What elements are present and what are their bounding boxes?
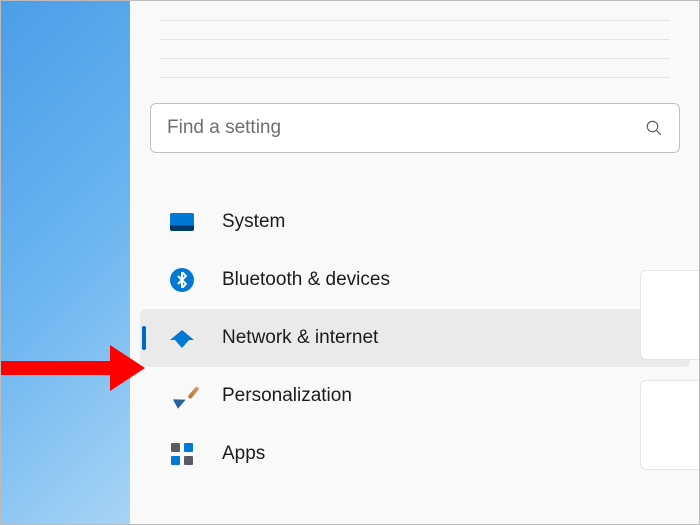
apps-icon bbox=[168, 440, 196, 468]
search-box[interactable] bbox=[150, 103, 680, 153]
nav-separators-top bbox=[130, 0, 700, 78]
content-tile[interactable] bbox=[640, 270, 700, 360]
sidebar-item-label: Bluetooth & devices bbox=[222, 269, 390, 291]
separator-line bbox=[160, 58, 670, 59]
search-input[interactable] bbox=[167, 117, 645, 139]
content-tile[interactable] bbox=[640, 380, 700, 470]
separator-line bbox=[160, 39, 670, 40]
arrow-shaft bbox=[0, 361, 115, 375]
brush-icon bbox=[168, 382, 196, 410]
sidebar-item-bluetooth-devices[interactable]: Bluetooth & devices bbox=[140, 251, 690, 309]
arrow-head-icon bbox=[110, 345, 145, 391]
wifi-icon bbox=[168, 324, 196, 352]
sidebar-item-network-internet[interactable]: Network & internet bbox=[140, 309, 690, 367]
annotation-arrow bbox=[0, 345, 145, 391]
separator-line bbox=[160, 20, 670, 21]
sidebar-item-label: System bbox=[222, 211, 285, 233]
bluetooth-icon bbox=[168, 266, 196, 294]
sidebar-item-label: Apps bbox=[222, 443, 265, 465]
settings-window: System Bluetooth & devices Network & int… bbox=[130, 0, 700, 525]
content-panel-edge bbox=[640, 270, 700, 490]
desktop-background bbox=[0, 0, 130, 525]
sidebar-item-system[interactable]: System bbox=[140, 193, 690, 251]
settings-nav-list: System Bluetooth & devices Network & int… bbox=[130, 183, 700, 483]
sidebar-item-label: Network & internet bbox=[222, 327, 378, 349]
system-icon bbox=[168, 208, 196, 236]
sidebar-item-apps[interactable]: Apps bbox=[140, 425, 690, 483]
separator-line bbox=[160, 77, 670, 78]
sidebar-item-personalization[interactable]: Personalization bbox=[140, 367, 690, 425]
search-icon bbox=[645, 119, 663, 137]
sidebar-item-label: Personalization bbox=[222, 385, 352, 407]
